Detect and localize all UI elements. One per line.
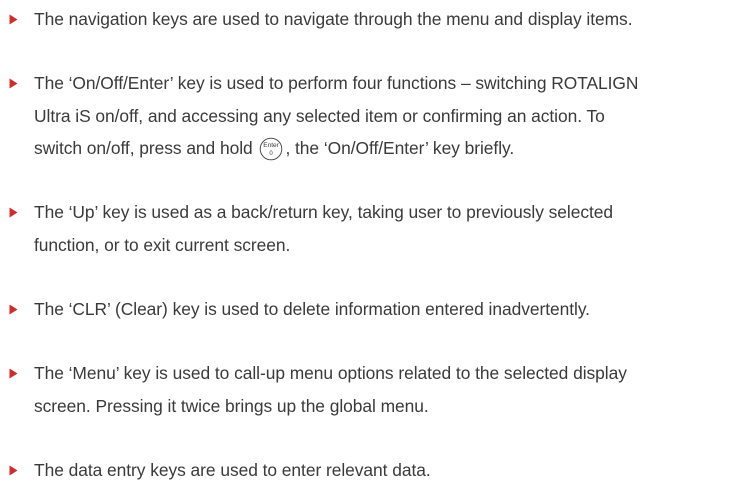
enter-key-icon: Enter 0	[259, 137, 283, 161]
list-item-clr-key: The ‘CLR’ (Clear) key is used to delete …	[34, 293, 750, 326]
item-line: The data entry keys are used to enter re…	[34, 460, 431, 480]
triangle-right-icon	[8, 304, 19, 315]
list-item-menu-key: The ‘Menu’ key is used to call-up menu o…	[34, 357, 750, 422]
enter-key-power-label: 0	[270, 151, 274, 157]
triangle-right-icon	[8, 465, 19, 476]
list-item-on-off-enter-key: The ‘On/Off/Enter’ key is used to perfor…	[34, 67, 750, 165]
triangle-right-icon	[8, 368, 19, 379]
item-line: The ‘CLR’ (Clear) key is used to delete …	[34, 299, 590, 319]
item-text-after-key: , the ‘On/Off/Enter’ key briefly.	[285, 138, 515, 158]
item-line-with-key: switch on/off, press and hold Enter 0 , …	[34, 132, 750, 165]
triangle-right-icon	[8, 207, 19, 218]
item-line: The navigation keys are used to navigate…	[34, 9, 633, 29]
item-text-before-key: switch on/off, press and hold	[34, 138, 253, 158]
item-line: Ultra iS on/off, and accessing any selec…	[34, 105, 605, 126]
triangle-right-icon	[8, 78, 19, 89]
enter-key-label: Enter	[264, 142, 280, 149]
list-item-navigation-keys: The navigation keys are used to navigate…	[34, 3, 750, 36]
list-item-data-entry-keys: The data entry keys are used to enter re…	[34, 454, 750, 487]
item-line: The ‘Menu’ key is used to call-up menu o…	[34, 363, 627, 383]
triangle-right-icon	[8, 14, 19, 25]
item-line: screen. Pressing it twice brings up the …	[34, 395, 429, 416]
document-page: The navigation keys are used to navigate…	[0, 0, 756, 504]
list-item-up-key: The ‘Up’ key is used as a back/return ke…	[34, 196, 750, 261]
item-line: The ‘On/Off/Enter’ key is used to perfor…	[34, 73, 639, 93]
item-line: function, or to exit current screen.	[34, 234, 291, 255]
item-line: The ‘Up’ key is used as a back/return ke…	[34, 202, 614, 222]
